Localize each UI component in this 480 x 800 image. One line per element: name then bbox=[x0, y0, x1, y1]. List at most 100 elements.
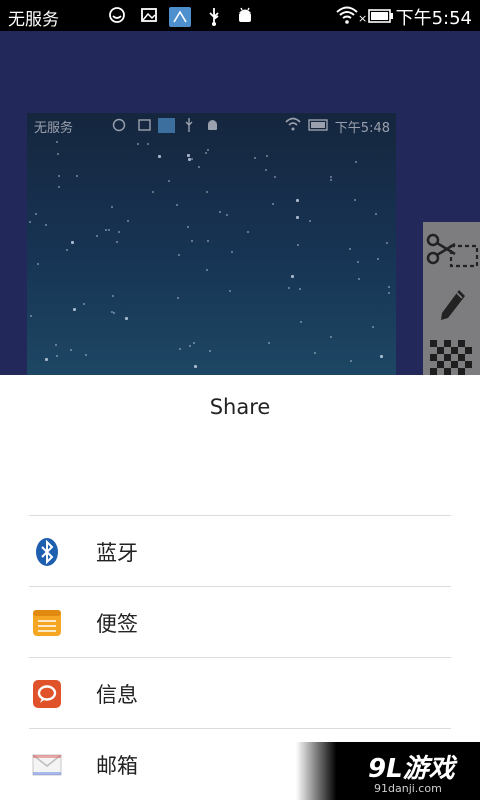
mail-icon bbox=[32, 750, 62, 780]
star bbox=[76, 175, 78, 177]
preview-clock: 下午5:48 bbox=[334, 121, 390, 136]
star bbox=[198, 166, 200, 168]
star bbox=[35, 213, 37, 215]
star bbox=[274, 176, 276, 178]
screenshot-icon bbox=[168, 6, 192, 32]
star bbox=[30, 315, 32, 317]
star bbox=[314, 352, 316, 354]
watermark-brand: 9L游戏 bbox=[368, 754, 455, 784]
wifi-icon bbox=[336, 6, 358, 28]
star bbox=[377, 258, 379, 260]
star bbox=[207, 240, 209, 242]
screenshot-preview: 无服务 下午5:48 bbox=[27, 113, 396, 375]
star bbox=[297, 244, 299, 246]
star bbox=[296, 216, 299, 219]
star bbox=[45, 358, 48, 361]
star bbox=[125, 317, 128, 320]
star bbox=[178, 254, 180, 256]
star bbox=[207, 149, 209, 151]
no-data-icon: × bbox=[358, 12, 368, 25]
preview-status-bar: 无服务 下午5:48 bbox=[27, 113, 396, 137]
preview-system-icons bbox=[285, 117, 333, 137]
share-option-message[interactable]: 信息 bbox=[29, 657, 451, 728]
star bbox=[254, 157, 256, 159]
star bbox=[388, 292, 390, 294]
android-debug-icon bbox=[236, 6, 254, 30]
star bbox=[309, 220, 311, 222]
star bbox=[299, 288, 301, 290]
star bbox=[380, 355, 383, 358]
star bbox=[194, 365, 197, 368]
star bbox=[45, 224, 47, 226]
star bbox=[108, 229, 110, 231]
share-option-label: 信息 bbox=[96, 683, 138, 707]
star bbox=[300, 321, 302, 323]
star bbox=[268, 342, 270, 344]
star bbox=[96, 235, 98, 237]
star bbox=[147, 143, 149, 145]
carrier-label: 无服务 bbox=[8, 10, 59, 30]
notes-icon bbox=[32, 608, 62, 638]
star bbox=[152, 191, 154, 193]
star bbox=[85, 354, 87, 356]
star bbox=[330, 179, 332, 181]
star bbox=[291, 275, 294, 278]
star bbox=[57, 153, 59, 155]
star bbox=[191, 240, 193, 242]
star bbox=[58, 175, 60, 177]
star bbox=[247, 231, 249, 233]
star bbox=[330, 336, 332, 338]
clock: 下午5:54 bbox=[395, 8, 472, 29]
watermark: 9L游戏 91danji.com bbox=[296, 742, 480, 800]
star bbox=[193, 342, 195, 344]
star bbox=[70, 349, 72, 351]
preview-notification-icons bbox=[111, 117, 221, 137]
draw-tool-button[interactable] bbox=[423, 278, 480, 328]
star bbox=[73, 308, 76, 311]
star bbox=[296, 199, 299, 202]
share-option-label: 蓝牙 bbox=[96, 541, 138, 565]
share-option-label: 邮箱 bbox=[96, 754, 138, 778]
star bbox=[355, 161, 357, 163]
star bbox=[111, 206, 113, 208]
mosaic-tool-button[interactable] bbox=[423, 330, 480, 375]
star bbox=[179, 348, 181, 350]
star bbox=[231, 251, 233, 253]
usb-icon bbox=[206, 6, 222, 30]
star bbox=[226, 214, 228, 216]
star bbox=[266, 155, 268, 157]
battery-icon bbox=[368, 8, 394, 28]
image-icon bbox=[140, 6, 158, 28]
star bbox=[372, 326, 374, 328]
star bbox=[265, 169, 267, 171]
star bbox=[206, 191, 208, 193]
star bbox=[188, 158, 191, 161]
star bbox=[111, 311, 113, 313]
star bbox=[56, 355, 58, 357]
star bbox=[357, 261, 359, 263]
star bbox=[191, 158, 193, 160]
star bbox=[272, 203, 274, 205]
star bbox=[358, 278, 360, 280]
edit-toolbar bbox=[423, 222, 480, 375]
star bbox=[66, 249, 68, 251]
pencil-icon bbox=[439, 288, 467, 326]
star bbox=[206, 269, 208, 271]
bluetooth-icon bbox=[32, 537, 62, 567]
share-option-bluetooth[interactable]: 蓝牙 bbox=[29, 515, 451, 586]
star bbox=[158, 155, 161, 158]
star bbox=[187, 154, 190, 157]
scissors-crop-icon bbox=[425, 230, 479, 274]
star bbox=[386, 242, 388, 244]
star bbox=[350, 360, 352, 362]
crop-tool-button[interactable] bbox=[423, 222, 480, 274]
star bbox=[176, 204, 178, 206]
star bbox=[205, 152, 207, 154]
star bbox=[187, 226, 189, 228]
star bbox=[229, 290, 231, 292]
star bbox=[219, 211, 221, 213]
star bbox=[209, 350, 211, 352]
status-bar: 无服务 × 下午5:54 bbox=[0, 0, 480, 31]
system-icons: × bbox=[336, 6, 396, 26]
share-option-notes[interactable]: 便签 bbox=[29, 586, 451, 657]
